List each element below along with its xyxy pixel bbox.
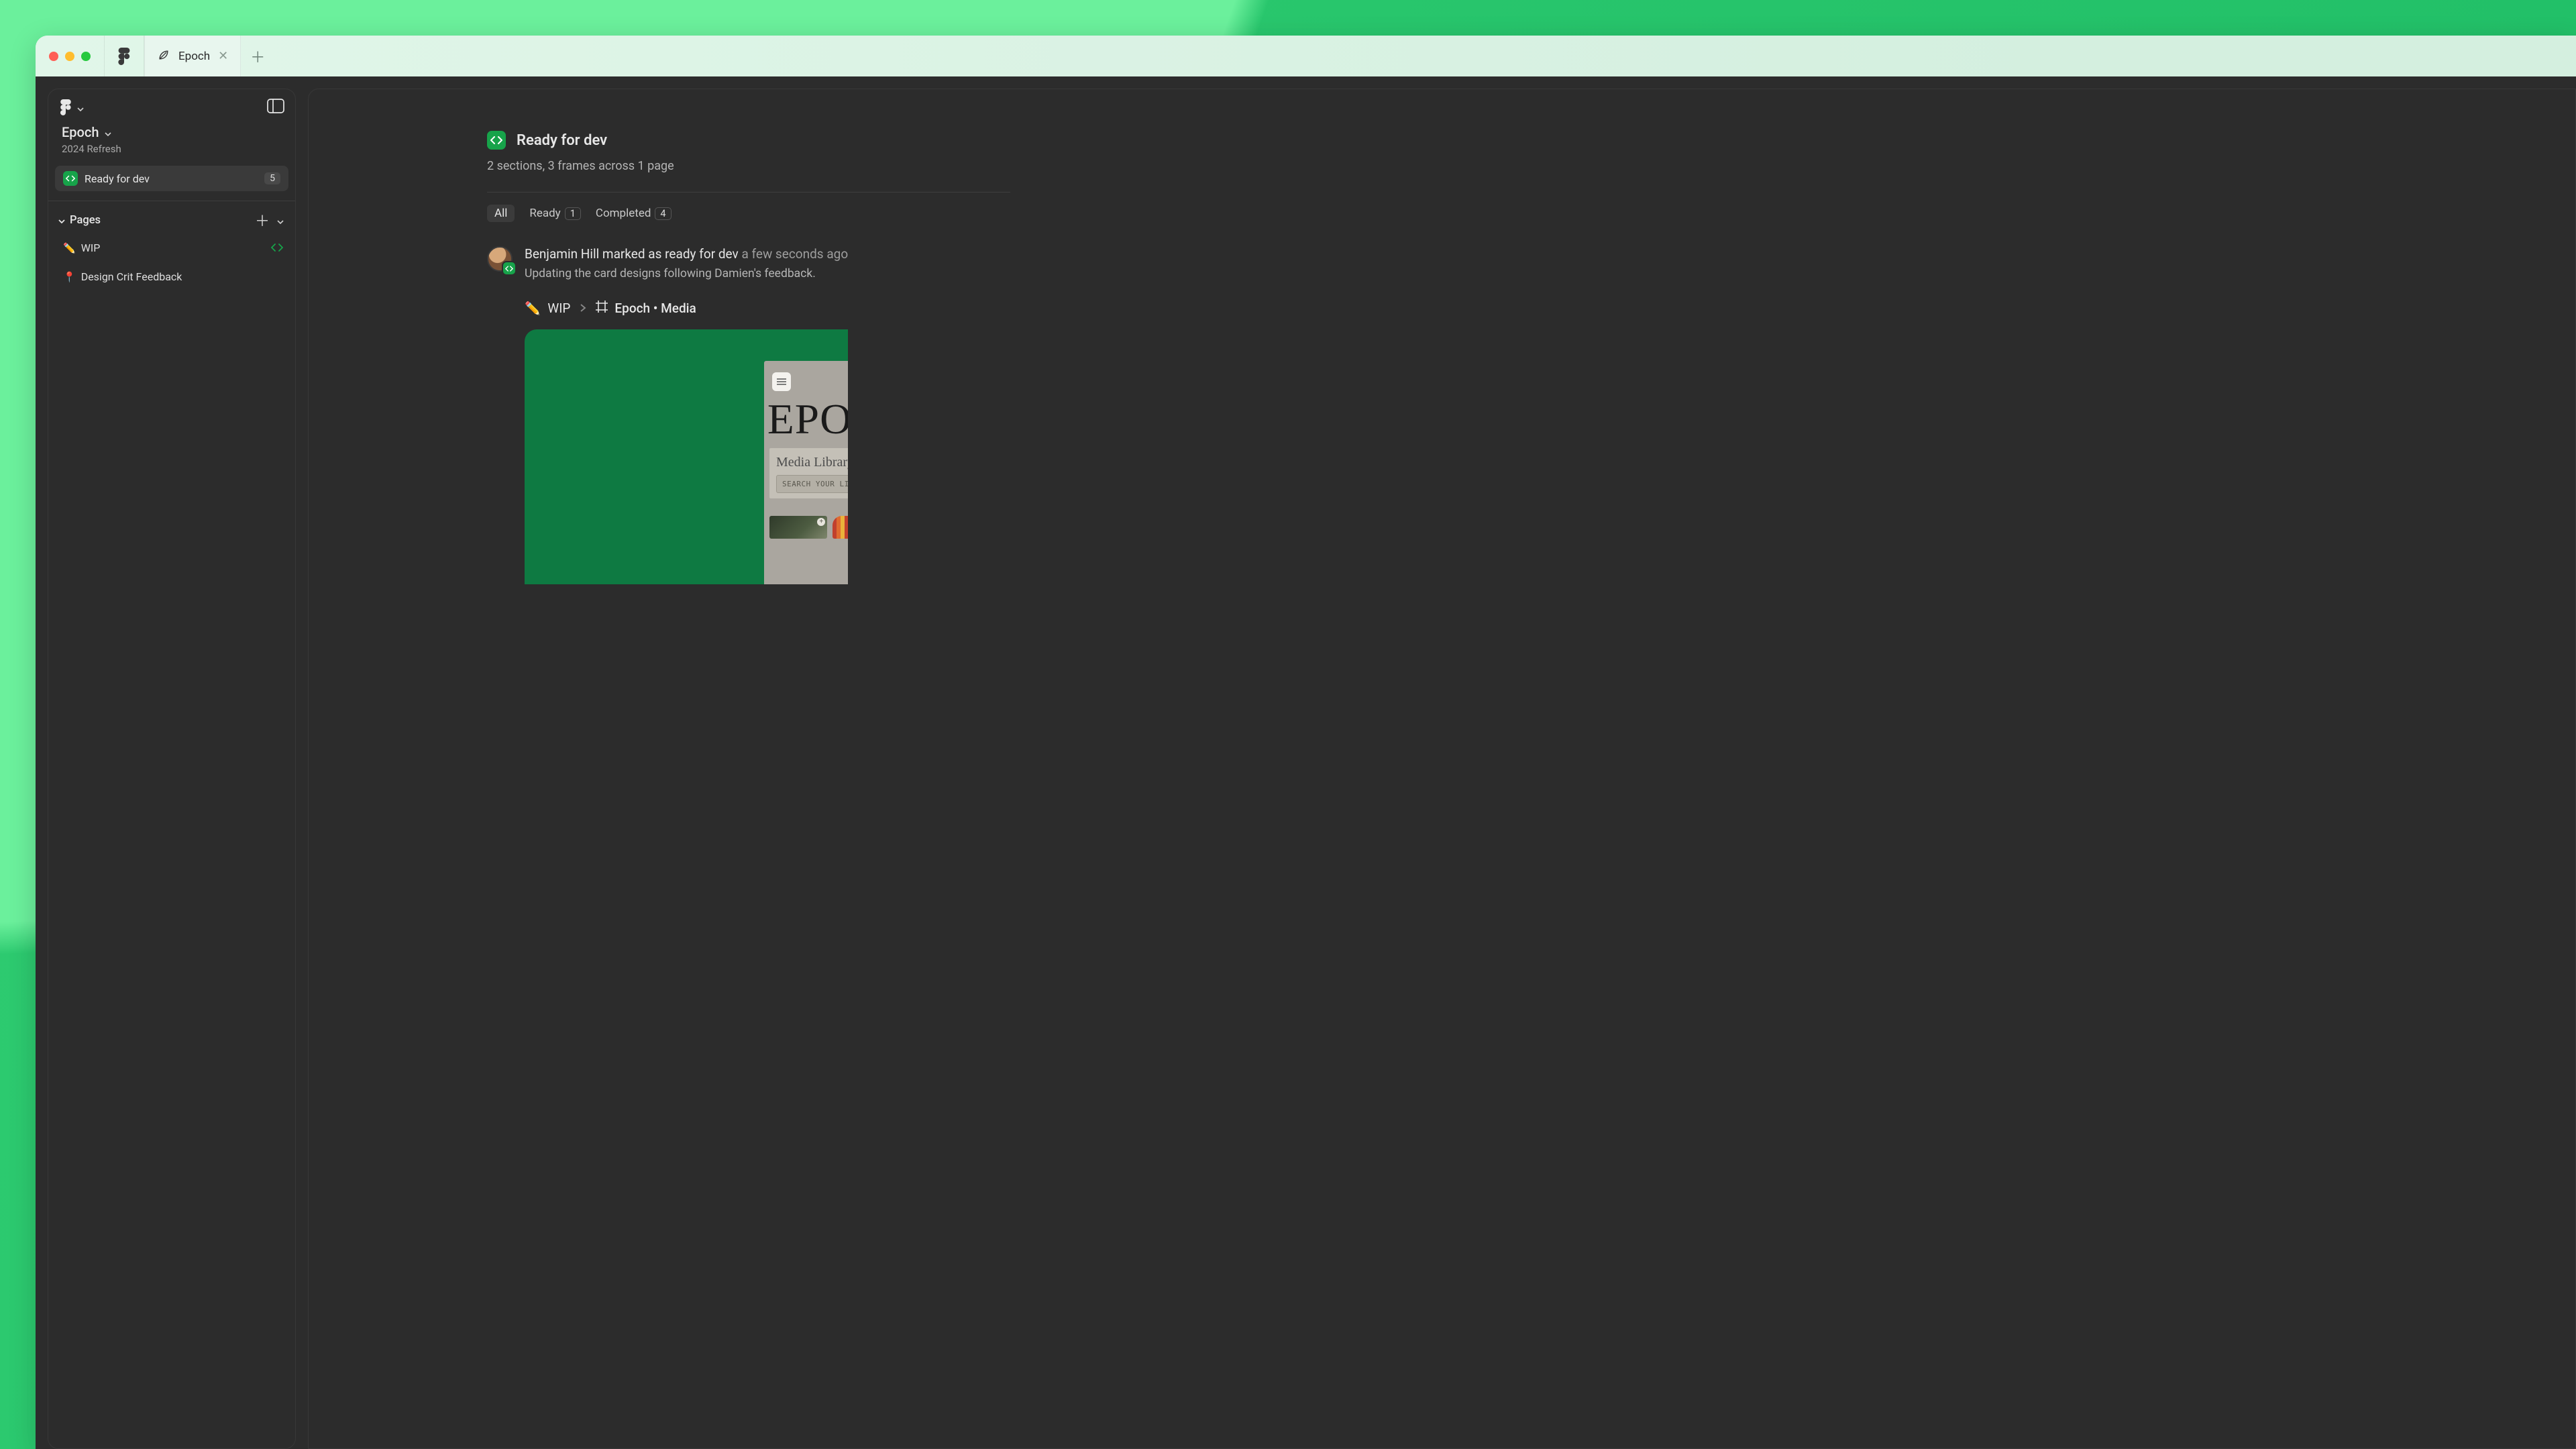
filter-all[interactable]: All [487, 205, 515, 222]
file-title-dropdown[interactable]: Epoch [62, 124, 282, 140]
plus-icon: + [817, 518, 825, 526]
pages-menu-button[interactable] [276, 216, 284, 224]
mock-card-title: Media Library [776, 455, 848, 470]
dev-badge-icon [63, 171, 78, 186]
titlebar: Epoch ✕ ＋ [36, 36, 2576, 76]
main-panel: Ready for dev 2 sections, 3 frames acros… [308, 89, 2576, 1449]
mock-thumb: + [769, 516, 827, 539]
add-page-button[interactable]: ＋ [255, 209, 270, 231]
pages-label: Pages [70, 214, 101, 227]
file-title: Epoch [62, 124, 99, 140]
page-title: Ready for dev [517, 132, 607, 149]
filter-completed-label: Completed [596, 207, 651, 220]
window-close-button[interactable] [49, 52, 58, 61]
breadcrumb-page[interactable]: ✏️ WIP [525, 301, 570, 316]
dev-badge-icon [487, 131, 506, 150]
chevron-down-icon [76, 103, 85, 111]
activity-headline: Benjamin Hill marked as ready for dev a … [525, 246, 848, 262]
activity-action: marked as ready for dev [602, 246, 739, 262]
file-subtitle: 2024 Refresh [62, 143, 282, 155]
tab-epoch[interactable]: Epoch ✕ [144, 36, 241, 76]
page-item-design-crit[interactable]: 📍 Design Crit Feedback [48, 262, 295, 291]
file-menu-button[interactable] [60, 99, 85, 115]
pencil-emoji-icon: ✏️ [63, 242, 76, 254]
activity-note: Updating the card designs following Dami… [525, 267, 848, 280]
mock-search-field: SEARCH YOUR LIBRARY [776, 475, 848, 493]
tab-close-button[interactable]: ✕ [218, 50, 228, 62]
app-window: Epoch ✕ ＋ [36, 36, 2576, 1449]
mock-card: Media Library SEARCH YOUR LIBRARY [769, 448, 848, 498]
breadcrumb: ✏️ WIP [525, 301, 848, 316]
page-name: Design Crit Feedback [81, 270, 182, 283]
window-controls [49, 52, 91, 61]
pages-collapse-toggle[interactable]: Pages [58, 214, 101, 227]
activity-time: a few seconds ago [741, 246, 848, 262]
design-preview-frame[interactable]: EPOCH Media Library SEARCH YOUR LIBRARY … [525, 329, 848, 584]
divider [487, 192, 1010, 193]
chevron-down-icon [58, 216, 66, 224]
leaf-icon [157, 48, 170, 64]
filter-completed-count: 4 [655, 207, 671, 220]
tab-label: Epoch [178, 50, 210, 63]
filter-ready-label: Ready [529, 207, 560, 220]
ready-count-badge: 5 [264, 172, 280, 184]
mock-brand: EPOCH [767, 394, 848, 444]
breadcrumb-frame-label: Epoch • Media [614, 301, 696, 316]
mock-thumb: + [833, 516, 848, 539]
pencil-emoji-icon: ✏️ [525, 301, 541, 316]
workspace: Epoch 2024 Refresh Ready for dev 5 [36, 76, 2576, 1449]
page-item-wip[interactable]: ✏️ WIP [48, 233, 295, 262]
left-panel: Epoch 2024 Refresh Ready for dev 5 [48, 89, 296, 1449]
window-minimize-button[interactable] [65, 52, 74, 61]
ready-for-dev-row[interactable]: Ready for dev 5 [55, 166, 288, 191]
frame-icon [596, 301, 608, 316]
filter-ready-count: 1 [565, 207, 581, 220]
figma-logo-icon [60, 99, 71, 115]
page-name: WIP [81, 241, 101, 254]
dev-mode-icon [271, 241, 283, 254]
page-subtitle: 2 sections, 3 frames across 1 page [487, 159, 2575, 173]
sidebar-layout-icon [267, 99, 284, 113]
pin-emoji-icon: 📍 [63, 271, 76, 283]
mock-screen: EPOCH Media Library SEARCH YOUR LIBRARY … [764, 361, 848, 584]
filter-row: All Ready 1 Completed 4 [487, 205, 2575, 222]
chevron-down-icon [104, 128, 112, 136]
breadcrumb-page-label: WIP [547, 301, 570, 316]
mock-thumbnails: + + + [769, 516, 848, 539]
main-header: Ready for dev [487, 131, 2575, 150]
window-zoom-button[interactable] [81, 52, 91, 61]
activity-item: Benjamin Hill marked as ready for dev a … [487, 246, 2575, 584]
filter-completed[interactable]: Completed 4 [596, 207, 672, 220]
chevron-right-icon [580, 301, 586, 316]
activity-actor: Benjamin Hill [525, 246, 599, 262]
hamburger-icon [772, 372, 791, 391]
home-button[interactable] [105, 36, 144, 76]
filter-ready[interactable]: Ready 1 [529, 207, 581, 220]
ready-label: Ready for dev [85, 172, 258, 185]
panel-layout-button[interactable] [267, 99, 284, 116]
figma-logo-icon [118, 48, 130, 65]
dev-badge-icon [502, 261, 517, 276]
new-tab-button[interactable]: ＋ [241, 46, 274, 67]
avatar[interactable] [487, 246, 513, 272]
breadcrumb-frame[interactable]: Epoch • Media [596, 301, 696, 316]
